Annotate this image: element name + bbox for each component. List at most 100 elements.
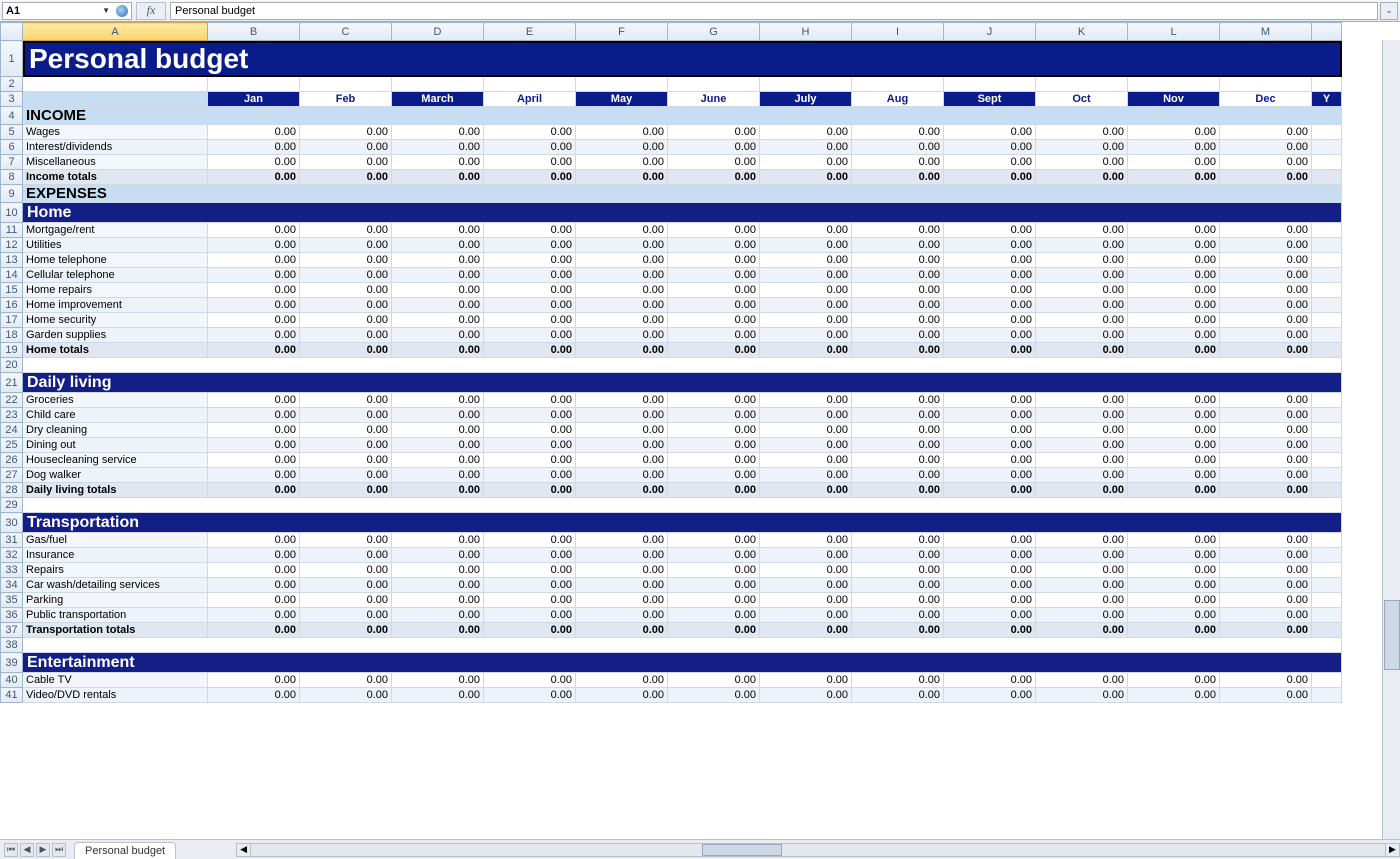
cell[interactable] xyxy=(1128,77,1220,92)
value-cell[interactable]: 0.00 xyxy=(484,578,576,593)
value-cell[interactable]: 0.00 xyxy=(208,223,300,238)
overflow-cell[interactable] xyxy=(1312,673,1342,688)
value-cell[interactable]: 0.00 xyxy=(392,673,484,688)
row-header[interactable]: 4 xyxy=(1,107,23,125)
row-label[interactable]: Utilities xyxy=(23,238,208,253)
value-cell[interactable]: 0.00 xyxy=(484,483,576,498)
row-label[interactable]: Child care xyxy=(23,408,208,423)
value-cell[interactable]: 0.00 xyxy=(944,623,1036,638)
value-cell[interactable]: 0.00 xyxy=(300,140,392,155)
value-cell[interactable]: 0.00 xyxy=(300,268,392,283)
tab-nav-last[interactable]: ⏭ xyxy=(52,843,66,857)
value-cell[interactable]: 0.00 xyxy=(208,578,300,593)
row-label[interactable]: Mortgage/rent xyxy=(23,223,208,238)
value-cell[interactable]: 0.00 xyxy=(760,140,852,155)
value-cell[interactable]: 0.00 xyxy=(484,593,576,608)
value-cell[interactable]: 0.00 xyxy=(668,298,760,313)
value-cell[interactable]: 0.00 xyxy=(392,343,484,358)
value-cell[interactable]: 0.00 xyxy=(300,298,392,313)
value-cell[interactable]: 0.00 xyxy=(484,313,576,328)
value-cell[interactable]: 0.00 xyxy=(576,155,668,170)
value-cell[interactable]: 0.00 xyxy=(852,563,944,578)
value-cell[interactable]: 0.00 xyxy=(944,483,1036,498)
value-cell[interactable]: 0.00 xyxy=(1220,343,1312,358)
value-cell[interactable]: 0.00 xyxy=(944,283,1036,298)
row-header[interactable]: 26 xyxy=(1,453,23,468)
value-cell[interactable]: 0.00 xyxy=(760,533,852,548)
horizontal-scrollbar[interactable]: ◀ ▶ xyxy=(236,843,1400,857)
value-cell[interactable]: 0.00 xyxy=(208,140,300,155)
hscroll-right[interactable]: ▶ xyxy=(1385,844,1399,856)
overflow-cell[interactable] xyxy=(1312,268,1342,283)
value-cell[interactable]: 0.00 xyxy=(484,438,576,453)
value-cell[interactable]: 0.00 xyxy=(484,298,576,313)
value-cell[interactable]: 0.00 xyxy=(208,608,300,623)
tab-nav-prev[interactable]: ◀ xyxy=(20,843,34,857)
value-cell[interactable]: 0.00 xyxy=(392,223,484,238)
row-header[interactable]: 34 xyxy=(1,578,23,593)
value-cell[interactable]: 0.00 xyxy=(208,673,300,688)
value-cell[interactable]: 0.00 xyxy=(392,423,484,438)
value-cell[interactable]: 0.00 xyxy=(1036,483,1128,498)
value-cell[interactable]: 0.00 xyxy=(208,328,300,343)
value-cell[interactable]: 0.00 xyxy=(300,468,392,483)
value-cell[interactable]: 0.00 xyxy=(760,283,852,298)
col-header-J[interactable]: J xyxy=(944,23,1036,41)
value-cell[interactable]: 0.00 xyxy=(1036,328,1128,343)
value-cell[interactable]: 0.00 xyxy=(760,170,852,185)
row-header[interactable]: 28 xyxy=(1,483,23,498)
value-cell[interactable]: 0.00 xyxy=(208,268,300,283)
value-cell[interactable]: 0.00 xyxy=(1128,423,1220,438)
value-cell[interactable]: 0.00 xyxy=(852,328,944,343)
title-cell[interactable]: Personal budget xyxy=(23,41,1342,77)
value-cell[interactable]: 0.00 xyxy=(944,125,1036,140)
value-cell[interactable]: 0.00 xyxy=(392,438,484,453)
value-cell[interactable]: 0.00 xyxy=(668,483,760,498)
row-label[interactable]: Car wash/detailing services xyxy=(23,578,208,593)
value-cell[interactable]: 0.00 xyxy=(576,483,668,498)
section-header-income[interactable]: INCOME xyxy=(23,107,1342,125)
row-header[interactable]: 23 xyxy=(1,408,23,423)
overflow-cell[interactable] xyxy=(1312,253,1342,268)
row-header[interactable]: 1 xyxy=(1,41,23,77)
value-cell[interactable]: 0.00 xyxy=(1128,155,1220,170)
value-cell[interactable]: 0.00 xyxy=(576,438,668,453)
value-cell[interactable]: 0.00 xyxy=(208,533,300,548)
value-cell[interactable]: 0.00 xyxy=(484,673,576,688)
value-cell[interactable]: 0.00 xyxy=(944,343,1036,358)
value-cell[interactable]: 0.00 xyxy=(760,688,852,703)
value-cell[interactable]: 0.00 xyxy=(852,438,944,453)
overflow-cell[interactable] xyxy=(1312,238,1342,253)
value-cell[interactable]: 0.00 xyxy=(576,468,668,483)
value-cell[interactable]: 0.00 xyxy=(944,673,1036,688)
value-cell[interactable]: 0.00 xyxy=(484,223,576,238)
value-cell[interactable]: 0.00 xyxy=(668,313,760,328)
value-cell[interactable]: 0.00 xyxy=(852,125,944,140)
value-cell[interactable]: 0.00 xyxy=(300,155,392,170)
row-header[interactable]: 41 xyxy=(1,688,23,703)
value-cell[interactable]: 0.00 xyxy=(484,155,576,170)
row-header[interactable]: 21 xyxy=(1,373,23,393)
month-header[interactable]: April xyxy=(484,92,576,107)
value-cell[interactable]: 0.00 xyxy=(484,623,576,638)
overflow-cell[interactable] xyxy=(1312,468,1342,483)
column-header-row[interactable]: A B C D E F G H I J K L M xyxy=(1,23,1342,41)
value-cell[interactable]: 0.00 xyxy=(760,608,852,623)
value-cell[interactable]: 0.00 xyxy=(300,423,392,438)
value-cell[interactable]: 0.00 xyxy=(208,155,300,170)
row-header[interactable]: 24 xyxy=(1,423,23,438)
row-label[interactable]: Home repairs xyxy=(23,283,208,298)
value-cell[interactable]: 0.00 xyxy=(668,563,760,578)
month-header[interactable]: May xyxy=(576,92,668,107)
value-cell[interactable]: 0.00 xyxy=(852,408,944,423)
value-cell[interactable]: 0.00 xyxy=(300,453,392,468)
cell[interactable] xyxy=(23,77,208,92)
value-cell[interactable]: 0.00 xyxy=(852,268,944,283)
value-cell[interactable]: 0.00 xyxy=(484,283,576,298)
scrollbar-thumb[interactable] xyxy=(1384,600,1400,670)
value-cell[interactable]: 0.00 xyxy=(576,238,668,253)
col-header-M[interactable]: M xyxy=(1220,23,1312,41)
value-cell[interactable]: 0.00 xyxy=(1036,283,1128,298)
row-label[interactable]: Insurance xyxy=(23,548,208,563)
value-cell[interactable]: 0.00 xyxy=(760,438,852,453)
